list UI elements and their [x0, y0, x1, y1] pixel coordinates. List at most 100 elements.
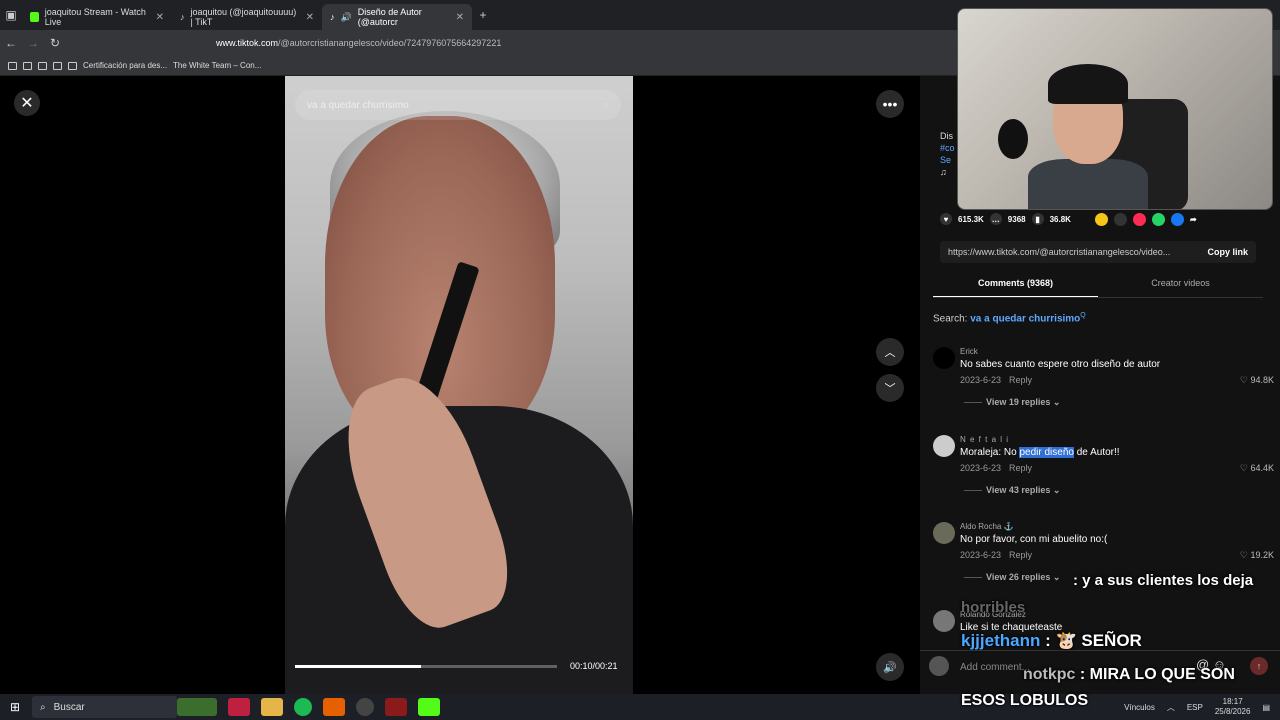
audio-playing-icon: 🔊 [340, 11, 352, 22]
chevron-down-icon: ⌄ [1052, 572, 1061, 582]
webcam-hair [1048, 64, 1128, 104]
tab-actions-icon[interactable]: ▣ [0, 8, 22, 22]
taskbar-search[interactable]: ⌕ Buscar [32, 696, 177, 718]
back-icon[interactable]: ← [0, 36, 22, 50]
reload-icon[interactable]: ↻ [44, 36, 66, 50]
coin-share-icon[interactable] [1094, 212, 1108, 226]
send-icon[interactable]: ↑ [1250, 657, 1268, 675]
comment-likes[interactable]: ♡ 64.4K [1240, 463, 1274, 474]
app-icon[interactable] [228, 698, 250, 716]
view-replies-button[interactable]: View 43 replies ⌄ [964, 485, 1060, 496]
video-search-bar[interactable]: va a quedar churrisimo ⌕ [295, 90, 621, 120]
more-options-icon[interactable]: ••• [876, 90, 904, 118]
comment-text: No sabes cuanto espere otro diseño de au… [960, 359, 1160, 370]
comment-username[interactable]: Aldo Rocha ⚓ [960, 522, 1014, 531]
comment-text-part: Moraleja: No [960, 447, 1020, 458]
kick-icon[interactable] [418, 698, 440, 716]
add-comment-input[interactable]: Add comment... [960, 662, 1030, 673]
next-video-icon[interactable]: ﹀ [876, 374, 904, 402]
file-explorer-icon[interactable] [261, 698, 283, 716]
video-timecode: 00:10/00:21 [570, 661, 618, 671]
chat-text: : MIRA LO QUE SON [1079, 666, 1235, 683]
tab-title: joaquitou (@joaquitouuuu) | TikT [190, 7, 297, 27]
webcam-body [1028, 159, 1148, 209]
video-progress-bar[interactable] [295, 665, 557, 668]
firefox-icon[interactable] [323, 698, 345, 716]
tab-comments[interactable]: Comments (9368) [933, 274, 1098, 298]
search-icon: ⌕ [40, 701, 46, 713]
avatar[interactable] [933, 435, 955, 457]
comment-icon[interactable]: … [989, 213, 1002, 225]
browser-tab-tiktok-video[interactable]: ♪ 🔊 Diseño de Autor (@autorcr ✕ [322, 4, 472, 30]
windows-start-icon[interactable]: ⊞ [0, 700, 30, 714]
whatsapp-icon[interactable] [1151, 212, 1165, 226]
comment-likes[interactable]: ♡ 19.2K [1240, 550, 1274, 561]
browser-tab-kick[interactable]: joaquitou Stream - Watch Live ✕ [22, 4, 172, 30]
video-link-text: https://www.tiktok.com/@autorcristianang… [948, 247, 1171, 257]
folder-icon[interactable] [8, 61, 17, 70]
language-indicator[interactable]: ESP [1187, 703, 1203, 712]
comment-meta: 2023-6-23 Reply [960, 463, 1032, 473]
avatar[interactable] [933, 610, 955, 632]
heart-icon[interactable]: ♥ [940, 213, 952, 225]
video-search-text: va a quedar churrisimo [307, 99, 409, 111]
previous-video-icon[interactable]: ︿ [876, 338, 904, 366]
clock-date: 25/8/2026 [1214, 707, 1251, 716]
comments-tabs: Comments (9368) Creator videos [933, 274, 1263, 298]
embed-icon[interactable] [1113, 212, 1127, 226]
search-icon[interactable]: ⌕ [603, 99, 609, 112]
close-tab-icon[interactable]: ✕ [456, 12, 464, 23]
url-domain: www.tiktok.com [216, 38, 279, 48]
comment-username[interactable]: N e f t a l i [960, 435, 1009, 444]
tab-creator-videos[interactable]: Creator videos [1098, 274, 1263, 298]
links-toolbar[interactable]: Vínculos [1124, 703, 1155, 712]
new-tab-button[interactable]: + [472, 8, 494, 22]
share-arrow-icon[interactable]: ➦ [1190, 215, 1197, 224]
folder-icon[interactable] [68, 61, 77, 70]
url-path: /@autorcristianangelesco/video/724797607… [278, 38, 502, 48]
url-field[interactable]: www.tiktok.com/@autorcristianangelesco/v… [216, 38, 501, 48]
notifications-icon[interactable]: ▤ [1262, 703, 1270, 712]
reply-button[interactable]: Reply [1009, 463, 1032, 473]
reply-button[interactable]: Reply [1009, 550, 1032, 560]
comment-likes[interactable]: ♡ 94.8K [1240, 375, 1274, 386]
facebook-icon[interactable] [1170, 212, 1184, 226]
avatar[interactable] [933, 522, 955, 544]
clock[interactable]: 18:17 25/8/2026 [1215, 697, 1251, 717]
chevron-down-icon: ⌄ [1052, 485, 1061, 495]
volume-icon[interactable]: 🔊 [876, 653, 904, 681]
heart-outline-icon: ♡ [1239, 375, 1251, 385]
comment-username[interactable]: Erick [960, 347, 978, 356]
spotify-icon[interactable] [294, 698, 312, 716]
app-icon[interactable] [385, 698, 407, 716]
close-icon[interactable]: ✕ [14, 90, 40, 116]
tiktok-favicon-icon: ♪ [180, 12, 185, 22]
folder-icon[interactable] [53, 61, 62, 70]
comment-item: Erick No sabes cuanto espere otro diseño… [933, 347, 1278, 417]
bookmark-white-team[interactable]: The White Team – Con... [173, 61, 261, 70]
reply-button[interactable]: Reply [1009, 375, 1032, 385]
search-highlight: pedir diseño [1019, 447, 1074, 458]
view-replies-button[interactable]: View 19 replies ⌄ [964, 397, 1060, 408]
send-share-icon[interactable] [1132, 212, 1146, 226]
forward-icon[interactable]: → [22, 36, 44, 50]
chevron-up-icon[interactable]: ︿ [1167, 702, 1175, 713]
browser-tab-tiktok-profile[interactable]: ♪ joaquitou (@joaquitouuuu) | TikT ✕ [172, 4, 322, 30]
close-tab-icon[interactable]: ✕ [156, 12, 164, 23]
close-tab-icon[interactable]: ✕ [306, 12, 314, 23]
streamer-webcam-overlay [957, 8, 1273, 210]
folder-icon[interactable] [38, 61, 47, 70]
taskbar-search-label: Buscar [53, 701, 85, 713]
obs-icon[interactable] [356, 698, 374, 716]
clock-time: 18:17 [1222, 697, 1243, 706]
video-player[interactable]: va a quedar churrisimo ⌕ 00:10/00:21 [285, 76, 633, 694]
search-sup: Q [1080, 312, 1086, 319]
avatar[interactable] [933, 347, 955, 369]
webcam-microphone [998, 119, 1028, 159]
bookmark-certificacion[interactable]: Certificación para des... [83, 61, 167, 70]
copy-link-button[interactable]: Copy link [1207, 247, 1248, 257]
view-replies-button[interactable]: View 26 replies ⌄ [964, 572, 1060, 583]
folder-icon[interactable] [23, 61, 32, 70]
search-term-link[interactable]: va a quedar churrisimo [970, 313, 1080, 324]
bookmark-icon[interactable]: ▮ [1031, 213, 1044, 225]
